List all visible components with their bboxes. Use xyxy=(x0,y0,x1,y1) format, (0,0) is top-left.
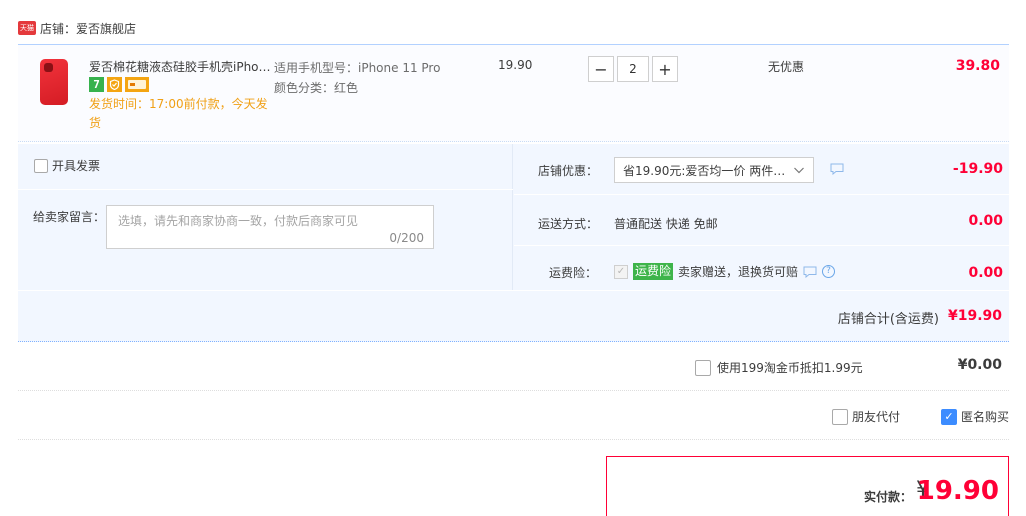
taobao-coins-amount: ¥0.00 xyxy=(957,357,1002,373)
payment-options-row: 朋友代付 ✓ 匿名购买 xyxy=(18,392,1009,440)
shipping-insurance-row: 运费险： ✓ 运费险 卖家赠送，退换货可赔 ? 0.00 xyxy=(514,245,1009,290)
item-subtotal: 39.80 xyxy=(955,58,1000,74)
seller-message-placeholder: 选填，请先和商家协商一致，付款后商家可见 xyxy=(118,214,359,228)
taobao-coins-row: 使用199淘金币抵扣1.99元 ¥0.00 xyxy=(18,343,1009,391)
invoice-label[interactable]: 开具发票 xyxy=(52,157,100,174)
insurance-badge: 运费险 xyxy=(633,263,674,280)
shipping-insurance-label: 运费险： xyxy=(549,266,598,280)
shop-name[interactable]: 店铺：爱否旗舰店 xyxy=(40,20,136,37)
shipping-insurance-option: ✓ 运费险 卖家赠送，退换货可赔 ? xyxy=(614,263,836,280)
order-options-left: 开具发票 给卖家留言： 选填，请先和商家协商一致，付款后商家可见 0/200 xyxy=(18,144,513,290)
insurance-checkbox: ✓ xyxy=(614,264,628,279)
friend-pay-checkbox[interactable] xyxy=(832,408,848,425)
anonymous-purchase-option[interactable]: ✓ 匿名购买 xyxy=(941,408,1009,425)
shop-header: 天猫 店铺：爱否旗舰店 xyxy=(18,18,136,38)
quantity-input[interactable]: 2 xyxy=(617,56,649,82)
product-spec: 适用手机型号：iPhone 11 Pro 颜色分类：红色 xyxy=(274,58,440,98)
shop-promo-amount: -19.90 xyxy=(952,161,1003,177)
anonymous-purchase-label[interactable]: 匿名购买 xyxy=(961,408,1009,425)
credit-card-icon xyxy=(125,77,149,92)
chat-bubble-icon[interactable] xyxy=(830,163,844,175)
shop-promo-row: 店铺优惠： 省19.90元:爱否均一价 两件39.8元 -19.90 xyxy=(514,144,1009,192)
shop-total-label: 店铺合计(含运费) xyxy=(837,312,939,327)
guarantee-icon xyxy=(107,77,122,92)
shipping-label: 运送方式： xyxy=(538,217,599,231)
increase-quantity-button[interactable]: + xyxy=(652,56,678,82)
chevron-down-icon xyxy=(794,167,804,174)
decrease-quantity-button[interactable]: − xyxy=(588,56,614,82)
tmall-badge-icon: 天猫 xyxy=(18,21,36,35)
invoice-option[interactable]: 开具发票 xyxy=(34,157,100,174)
taobao-coins-checkbox[interactable] xyxy=(695,359,711,376)
taobao-coins-option[interactable]: 使用199淘金币抵扣1.99元 xyxy=(695,359,863,376)
product-image[interactable] xyxy=(40,59,68,105)
shipping-row: 运送方式： 普通配送 快递 免邮 0.00 xyxy=(514,194,1009,242)
shop-promo-select[interactable]: 省19.90元:爱否均一价 两件39.8元 xyxy=(614,157,814,183)
anonymous-purchase-checkbox[interactable]: ✓ xyxy=(941,408,957,425)
order-options: 开具发票 给卖家留言： 选填，请先和商家协商一致，付款后商家可见 0/200 店… xyxy=(18,144,1009,290)
actual-payment-amount: 19.90 xyxy=(916,476,999,506)
insurance-text: 卖家赠送，退换货可赔 xyxy=(678,265,799,279)
spec-phone-model: 适用手机型号：iPhone 11 Pro xyxy=(274,61,441,75)
quantity-stepper: − 2 + xyxy=(588,56,678,82)
shipping-time-note: 发货时间：17:00前付款，今天发货 xyxy=(89,97,268,130)
actual-payment-label: 实付款： xyxy=(863,490,912,504)
seller-message-count: 0/200 xyxy=(389,231,424,245)
taobao-coins-label[interactable]: 使用199淘金币抵扣1.99元 xyxy=(717,359,863,376)
divider xyxy=(18,189,513,190)
seven-day-return-icon: 7 xyxy=(89,77,104,92)
help-icon[interactable]: ? xyxy=(822,265,836,278)
shipping-insurance-amount: 0.00 xyxy=(968,265,1003,281)
shop-promo-value: 省19.90元:爱否均一价 两件39.8元 xyxy=(623,163,787,178)
shipping-amount: 0.00 xyxy=(968,213,1003,229)
spec-color: 颜色分类：红色 xyxy=(274,81,359,95)
friend-pay-label[interactable]: 朋友代付 xyxy=(852,408,900,425)
product-title[interactable]: 爱否棉花糖液态硅胶手机壳iPhone 11 Pro xyxy=(89,58,271,75)
shop-promo-label: 店铺优惠： xyxy=(538,164,599,178)
shipping-method: 普通配送 快递 免邮 xyxy=(614,217,718,231)
shop-total-amount: ¥19.90 xyxy=(947,308,1002,324)
item-discount: 无优惠 xyxy=(768,60,805,74)
unit-price: 19.90 xyxy=(498,58,533,72)
seller-message-input[interactable]: 选填，请先和商家协商一致，付款后商家可见 0/200 xyxy=(106,205,434,249)
service-icons: 7 xyxy=(89,77,149,92)
seller-message-label: 给卖家留言： xyxy=(33,210,106,224)
payment-summary: 实付款： ¥ 19.90 xyxy=(606,456,1009,516)
chat-bubble-icon[interactable] xyxy=(803,266,817,278)
friend-pay-option[interactable]: 朋友代付 xyxy=(832,408,900,425)
order-item-row: 爱否棉花糖液态硅胶手机壳iPhone 11 Pro 7 发货时间：17:00前付… xyxy=(18,44,1009,142)
invoice-checkbox[interactable] xyxy=(34,158,48,173)
shop-total-row: 店铺合计(含运费) ¥19.90 xyxy=(18,291,1009,342)
